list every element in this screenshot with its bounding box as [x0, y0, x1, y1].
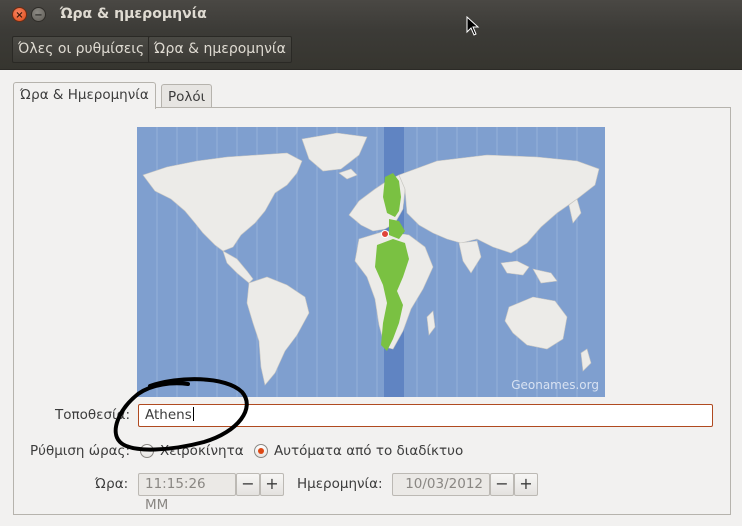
time-label: Ώρα: — [95, 476, 129, 492]
auto-internet-radio-label[interactable]: Αυτόματα από το διαδίκτυο — [274, 443, 463, 459]
date-decrement-button[interactable]: − — [490, 473, 514, 496]
location-input[interactable]: Athens — [138, 404, 713, 427]
minimize-icon[interactable]: − — [31, 7, 46, 22]
breadcrumb-current-button[interactable]: Ώρα & ημερομηνία — [148, 36, 292, 63]
close-icon[interactable]: × — [12, 7, 27, 22]
date-increment-button[interactable]: + — [514, 473, 538, 496]
title-bar: × − Ώρα & ημερομηνία — [0, 0, 742, 30]
tab-clock[interactable]: Ρολόι — [161, 84, 213, 108]
manual-radio-label[interactable]: Χειροκίνητα — [160, 443, 244, 459]
time-field: 11:15:26 MM — [138, 473, 236, 513]
window-title: Ώρα & ημερομηνία — [60, 6, 207, 22]
time-decrement-button[interactable]: − — [236, 473, 260, 496]
location-value: Athens — [145, 407, 192, 423]
tab-time-date[interactable]: Ώρα & Ημερομηνία — [13, 82, 156, 109]
time-setting-label: Ρύθμιση ώρας: — [30, 443, 131, 459]
manual-radio[interactable] — [140, 444, 154, 458]
location-label: Τοποθεσία: — [55, 407, 131, 423]
date-label: Ημερομηνία: — [297, 476, 383, 492]
map-credit: Geonames.org — [511, 378, 599, 392]
mouse-cursor-icon — [466, 16, 480, 36]
date-field: 10/03/2012 — [392, 473, 490, 496]
text-caret — [192, 407, 194, 421]
time-increment-button[interactable]: + — [260, 473, 284, 496]
all-settings-button[interactable]: Όλες οι ρυθμίσεις — [12, 36, 151, 63]
toolbar: Όλες οι ρυθμίσεις Ώρα & ημερομηνία — [0, 30, 742, 70]
auto-internet-radio[interactable] — [254, 444, 268, 458]
timezone-map[interactable]: Geonames.org — [137, 127, 605, 397]
